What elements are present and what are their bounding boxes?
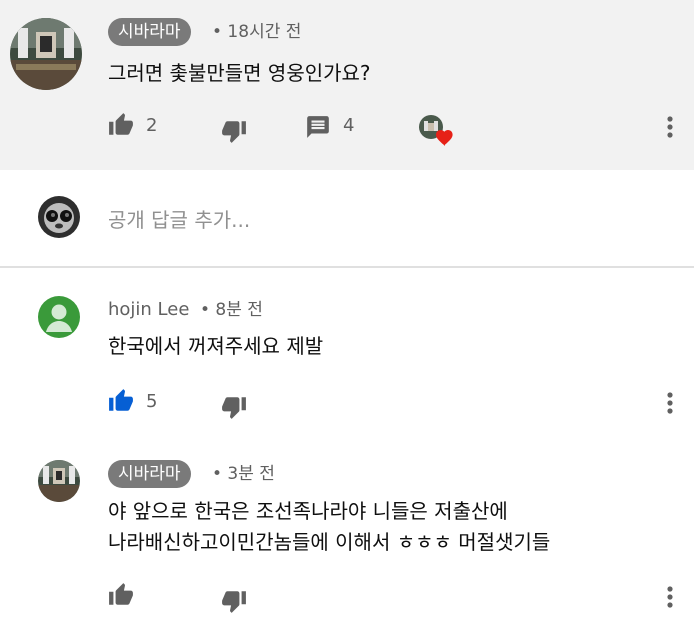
commenter-avatar[interactable] xyxy=(38,460,80,502)
more-vert-icon[interactable] xyxy=(660,584,680,610)
author-name-chip[interactable]: 시바라마 xyxy=(108,18,191,46)
commenter-avatar[interactable] xyxy=(38,296,80,338)
comment-timestamp[interactable]: • 8분 전 xyxy=(200,296,263,324)
divider xyxy=(0,266,694,268)
thumbs-down-icon[interactable] xyxy=(221,394,247,420)
thumbs-down-icon[interactable] xyxy=(221,588,247,614)
commenter-avatar[interactable] xyxy=(10,18,82,90)
thumbs-up-icon[interactable] xyxy=(108,112,134,138)
author-name-chip[interactable]: 시바라마 xyxy=(108,460,191,488)
comment-timestamp[interactable]: • 18시간 전 xyxy=(212,18,301,46)
current-user-avatar xyxy=(38,196,80,238)
add-reply-input[interactable]: 공개 답글 추가... xyxy=(108,205,250,235)
more-vert-icon[interactable] xyxy=(660,114,680,140)
comment-text-line-2: 나라배신하고이민간놈들에 이해서 ㅎㅎㅎ 머절샛기들 xyxy=(108,530,551,554)
highlighted-comment: 시바라마 • 18시간 전 그러면 촟불만들면 영웅인가요? 2 4 xyxy=(0,0,694,170)
comment-text: 한국에서 꺼져주세요 제발 xyxy=(108,334,324,358)
creator-heart-icon xyxy=(417,114,455,148)
like-count: 2 xyxy=(146,115,158,136)
thumbs-up-icon[interactable] xyxy=(108,388,134,414)
thumbs-up-icon[interactable] xyxy=(108,582,134,608)
like-count: 5 xyxy=(146,391,158,412)
thumbs-down-icon[interactable] xyxy=(221,118,247,144)
reply-icon[interactable] xyxy=(305,114,331,140)
reply-count: 4 xyxy=(343,115,355,136)
more-vert-icon[interactable] xyxy=(660,390,680,416)
comment-text: 그러면 촟불만들면 영웅인가요? xyxy=(108,61,371,85)
author-name[interactable]: hojin Lee xyxy=(108,296,189,324)
comment-timestamp[interactable]: • 3분 전 xyxy=(212,460,275,488)
comment-text-line-1: 야 앞으로 한국은 조선족나라야 니들은 저출산에 xyxy=(108,499,508,523)
